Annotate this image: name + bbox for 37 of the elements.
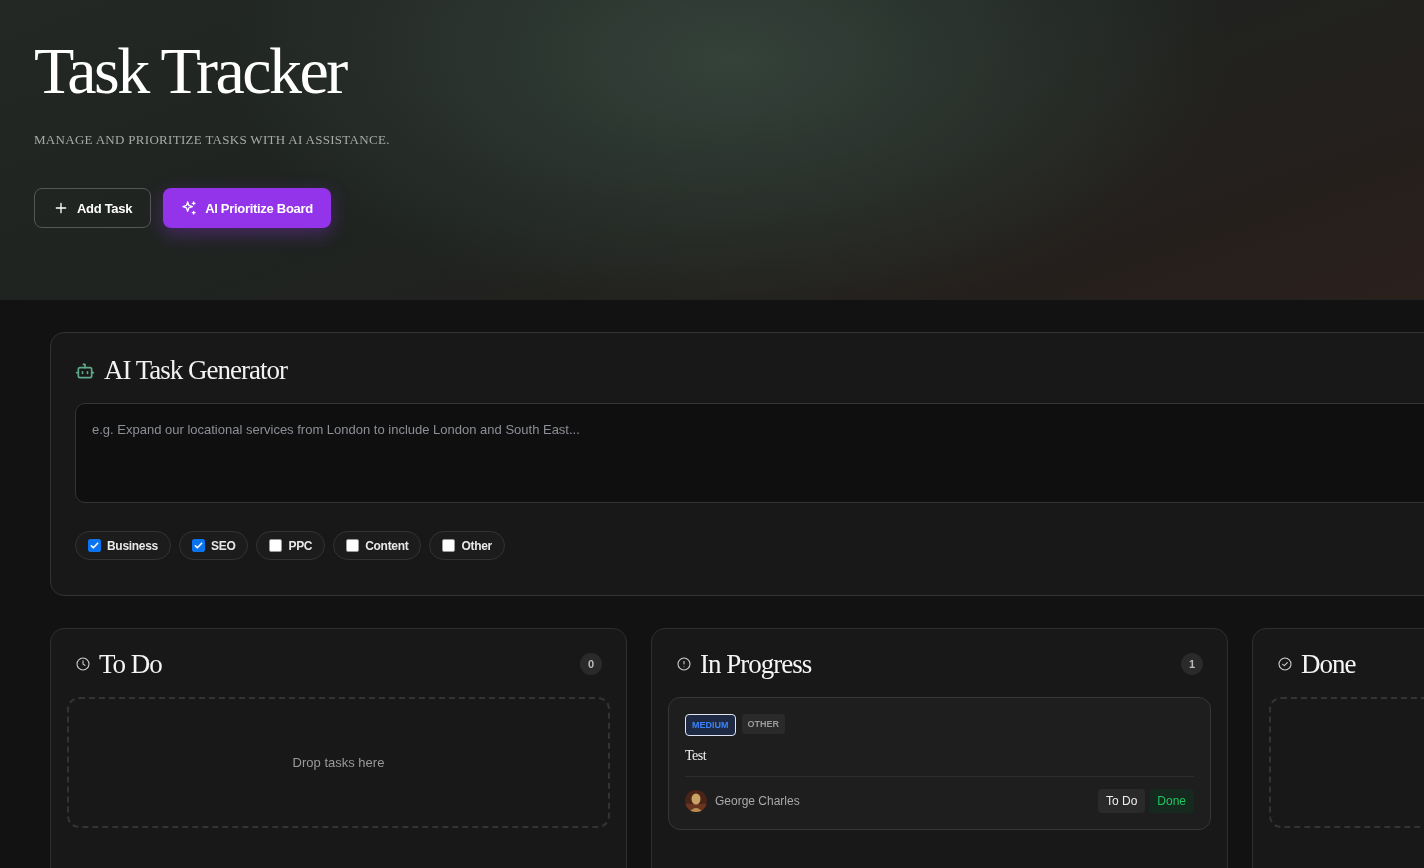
column-title: In Progress: [700, 648, 813, 680]
page-title: Task Tracker: [34, 33, 348, 109]
category-chip[interactable]: Content: [333, 531, 422, 560]
checkbox[interactable]: [191, 539, 205, 552]
category-chip[interactable]: PPC: [256, 531, 326, 560]
priority-tag: MEDIUM: [685, 714, 736, 736]
check-icon: [192, 540, 204, 551]
clock-icon: [75, 656, 91, 672]
task-card[interactable]: MEDIUM OTHER Test George Charles To Do Done: [668, 697, 1211, 830]
check-icon: [89, 540, 100, 551]
checkbox[interactable]: [88, 539, 101, 552]
count-badge: 1: [1181, 653, 1203, 675]
move-button[interactable]: To Do: [1097, 789, 1146, 813]
category-tag: OTHER: [741, 714, 785, 734]
checkbox[interactable]: [442, 539, 456, 552]
assignee-name: George Charles: [715, 794, 800, 808]
category-chip[interactable]: Other: [429, 531, 505, 560]
alert-circle-icon: [676, 656, 692, 672]
drop-zone[interactable]: Drop tasks here: [67, 697, 610, 828]
sparkles-icon: [181, 200, 198, 216]
column-title: To Do: [99, 648, 163, 680]
prompt-field[interactable]: e.g. Expand our locational services from London to include London and South East...: [75, 403, 1424, 503]
section-title: AI Task Generator: [104, 355, 288, 386]
task-title: Test: [685, 748, 1194, 777]
plus-icon: [53, 200, 69, 216]
add-task-button[interactable]: Add Task: [34, 188, 152, 228]
drop-hint: Drop tasks here: [292, 755, 385, 770]
move-button[interactable]: Done: [1149, 789, 1194, 813]
category-chip[interactable]: SEO: [178, 531, 249, 560]
checkbox[interactable]: [269, 539, 283, 552]
check-circle-icon: [1277, 656, 1293, 672]
count-badge: 0: [580, 653, 602, 675]
page-subtitle: MANAGE AND PRIORITIZE TASKS WITH AI ASSISTANCE.: [34, 132, 391, 148]
checkbox[interactable]: [346, 539, 360, 552]
column-title: Done: [1301, 648, 1357, 680]
prioritize-button[interactable]: AI Prioritize Board: [163, 188, 331, 228]
category-chip[interactable]: Business: [75, 531, 171, 560]
